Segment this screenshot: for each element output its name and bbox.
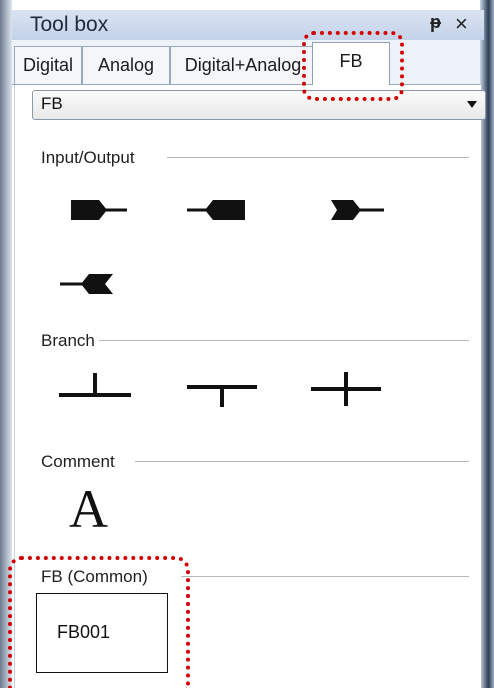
fb-common-highlight xyxy=(8,556,190,688)
chevron-down-icon xyxy=(467,101,477,108)
pin-icon[interactable]: ᵽ xyxy=(430,12,441,33)
fb-tab-highlight xyxy=(302,31,404,101)
window-title: Tool box xyxy=(30,13,109,36)
section-divider xyxy=(99,340,469,341)
comment-text-icon[interactable]: A xyxy=(69,478,108,540)
tab-digital[interactable]: Digital xyxy=(14,46,82,84)
section-divider xyxy=(181,576,469,577)
branch-down-icon[interactable] xyxy=(185,379,259,415)
section-label-branch: Branch xyxy=(41,331,95,350)
tab-analog[interactable]: Analog xyxy=(82,46,170,84)
input-terminal-icon[interactable] xyxy=(69,197,129,223)
output-terminal-icon[interactable] xyxy=(185,197,247,223)
category-dropdown-value: FB xyxy=(41,94,63,113)
close-icon[interactable]: × xyxy=(455,11,468,37)
connector-out-icon[interactable] xyxy=(59,271,115,297)
connector-in-icon[interactable] xyxy=(329,197,385,223)
branch-up-icon[interactable] xyxy=(57,369,133,405)
tab-digital-analog[interactable]: Digital+Analog xyxy=(170,46,316,84)
section-divider xyxy=(135,461,469,462)
toolbox-window: Tool box ᵽ × Digital Analog Digital+Anal… xyxy=(0,0,494,688)
section-divider xyxy=(167,157,469,158)
section-label-comment: Comment xyxy=(41,452,115,471)
title-bar: Tool box ᵽ × xyxy=(12,10,484,40)
category-dropdown[interactable]: FB xyxy=(32,90,486,120)
branch-cross-icon[interactable] xyxy=(309,369,383,407)
tab-strip: Digital Analog Digital+Analog FB xyxy=(12,40,480,87)
section-label-input-output: Input/Output xyxy=(41,148,135,167)
